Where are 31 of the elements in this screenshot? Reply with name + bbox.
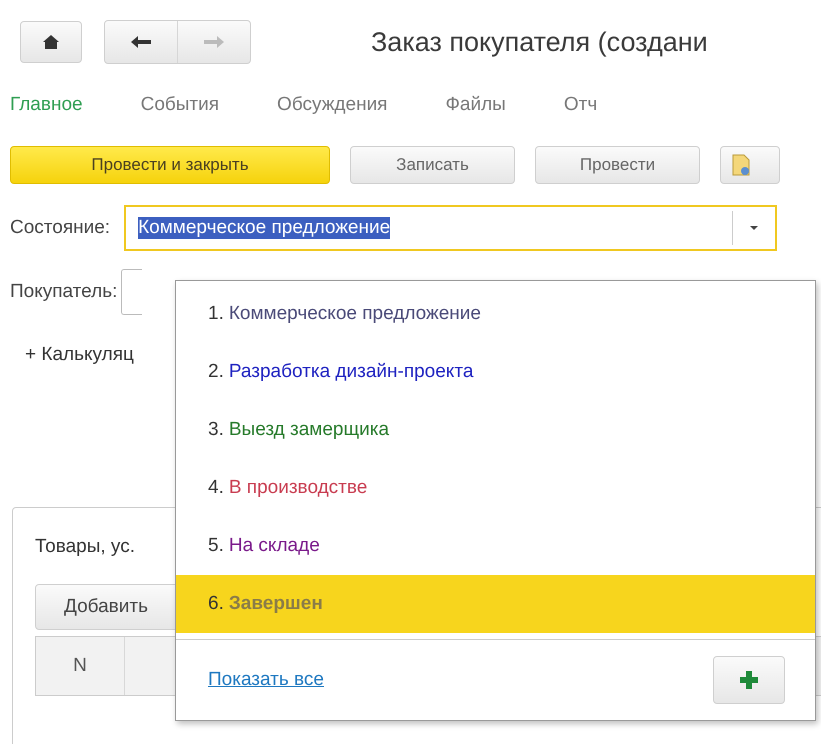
state-field[interactable]: Коммерческое предложение bbox=[124, 205, 778, 251]
document-icon bbox=[731, 153, 751, 177]
dropdown-item[interactable]: 1. Коммерческое предложение bbox=[176, 285, 815, 343]
dropdown-item[interactable]: 4. В производстве bbox=[176, 459, 815, 517]
section-tab[interactable]: Обсуждения bbox=[277, 94, 388, 134]
back-arrow-icon bbox=[131, 36, 151, 48]
toolbar-button[interactable]: Провести bbox=[535, 146, 700, 184]
add-button[interactable] bbox=[713, 656, 785, 704]
forward-arrow-icon bbox=[204, 36, 224, 48]
toolbar-button[interactable]: Записать bbox=[350, 146, 515, 184]
panel-tab[interactable]: Товары, ус. bbox=[35, 536, 135, 558]
home-icon bbox=[43, 35, 59, 49]
section-tab[interactable]: События bbox=[140, 94, 220, 134]
field-label: Состояние: bbox=[10, 217, 110, 239]
show-all-link[interactable]: Показать все bbox=[208, 669, 324, 691]
dropdown-item[interactable]: 3. Выезд замерщика bbox=[176, 401, 815, 459]
section-tab[interactable]: Отч bbox=[564, 94, 598, 134]
toolbar-icon-button[interactable] bbox=[720, 146, 780, 184]
customer-field[interactable] bbox=[121, 269, 142, 315]
field-label: Покупатель: bbox=[10, 281, 118, 303]
plus-icon bbox=[740, 671, 758, 689]
dropdown-item[interactable]: 6. Завершен bbox=[176, 575, 815, 633]
window-title: Заказ покупателя (создани bbox=[371, 26, 708, 58]
home-button[interactable] bbox=[20, 21, 82, 63]
post-close-button[interactable]: Провести и закрыть bbox=[10, 146, 330, 184]
caret-icon bbox=[750, 226, 758, 230]
section-tab[interactable]: Файлы bbox=[445, 94, 506, 134]
dropdown-item[interactable]: 2. Разработка дизайн-проекта bbox=[176, 343, 815, 401]
column-header: N bbox=[36, 637, 125, 695]
dropdown-item[interactable]: 5. На складе bbox=[176, 517, 815, 575]
selected-text: Коммерческое предложение bbox=[138, 217, 390, 239]
